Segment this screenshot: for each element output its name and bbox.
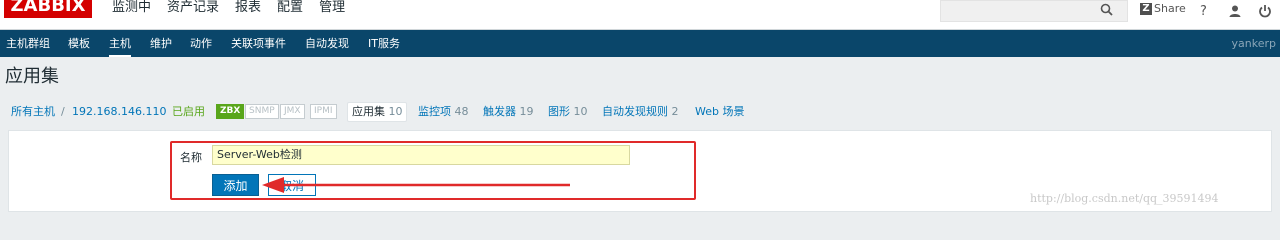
- top-menu: 监测中 资产记录 报表 配置 管理: [104, 0, 353, 29]
- sub-menu-event-correlation[interactable]: 关联项事件: [231, 30, 286, 57]
- name-input[interactable]: Server-Web检测: [212, 145, 630, 165]
- sub-menu-host-groups[interactable]: 主机群组: [6, 30, 50, 57]
- availability-ipmi-badge: IPMI: [310, 104, 337, 119]
- share-label: Share: [1154, 2, 1186, 15]
- tab-applications[interactable]: 应用集 10: [352, 105, 403, 119]
- tab-items[interactable]: 监控项 48: [418, 105, 469, 119]
- tab-items-label: 监控项: [418, 105, 451, 118]
- tab-graphs[interactable]: 图形 10: [548, 105, 588, 119]
- sign-out-icon[interactable]: [1258, 3, 1272, 18]
- help-icon[interactable]: ?: [1200, 4, 1207, 19]
- availability-snmp-badge: SNMP: [245, 104, 279, 119]
- top-menu-administration[interactable]: 管理: [311, 0, 353, 29]
- current-user: yankerp: [1231, 37, 1276, 50]
- top-bar: ZABBIX 监测中 资产记录 报表 配置 管理 Z Share ?: [0, 0, 1280, 30]
- sub-menu-hosts[interactable]: 主机: [109, 30, 131, 57]
- watermark-text: http://blog.csdn.net/qq_39591494: [1030, 192, 1219, 205]
- host-navigation: 所有主机 / 192.168.146.110 已启用 ZBX SNMP JMX …: [0, 98, 1280, 126]
- sub-menu-templates[interactable]: 模板: [68, 30, 90, 57]
- sub-menu-discovery[interactable]: 自动发现: [305, 30, 349, 57]
- top-menu-configuration[interactable]: 配置: [269, 0, 311, 29]
- user-profile-icon[interactable]: [1228, 3, 1242, 17]
- tab-graphs-count: 10: [573, 105, 588, 118]
- tab-web-scenarios-label: Web 场景: [695, 105, 745, 118]
- tab-applications-label: 应用集: [352, 105, 385, 118]
- search-icon[interactable]: [1100, 3, 1113, 20]
- tab-graphs-label: 图形: [548, 105, 570, 118]
- sub-menu-it-services[interactable]: IT服务: [368, 30, 400, 57]
- top-menu-inventory[interactable]: 资产记录: [159, 0, 227, 29]
- breadcrumb-all-hosts[interactable]: 所有主机: [11, 105, 55, 119]
- annotation-arrow: [262, 177, 570, 193]
- sub-menu-maintenance[interactable]: 维护: [150, 30, 172, 57]
- top-menu-monitoring[interactable]: 监测中: [104, 0, 159, 29]
- tab-triggers-label: 触发器: [483, 105, 516, 118]
- tab-triggers-count: 19: [519, 105, 534, 118]
- zabbix-logo[interactable]: ZABBIX: [4, 0, 92, 18]
- tab-triggers[interactable]: 触发器 19: [483, 105, 534, 119]
- sub-menu: 主机群组 模板 主机 维护 动作 关联项事件 自动发现 IT服务 yankerp: [0, 30, 1280, 57]
- sub-menu-actions[interactable]: 动作: [190, 30, 212, 57]
- availability-zbx-badge: ZBX: [216, 104, 245, 119]
- share-button[interactable]: Z Share: [1140, 2, 1186, 15]
- host-status-enabled[interactable]: 已启用: [172, 105, 205, 119]
- availability-jmx-badge: JMX: [280, 104, 305, 119]
- page-title: 应用集: [5, 66, 59, 87]
- breadcrumb-host[interactable]: 192.168.146.110: [72, 105, 166, 119]
- tab-discovery-rules-count: 2: [671, 105, 679, 118]
- breadcrumb-separator: /: [61, 105, 65, 118]
- name-label: 名称: [180, 151, 202, 164]
- top-menu-reports[interactable]: 报表: [227, 0, 269, 29]
- tab-discovery-rules-label: 自动发现规则: [602, 105, 668, 118]
- tab-web-scenarios[interactable]: Web 场景: [695, 105, 744, 119]
- share-icon: Z: [1140, 3, 1152, 15]
- tab-discovery-rules[interactable]: 自动发现规则 2: [602, 105, 679, 119]
- tab-applications-count: 10: [388, 105, 403, 118]
- tab-items-count: 48: [454, 105, 469, 118]
